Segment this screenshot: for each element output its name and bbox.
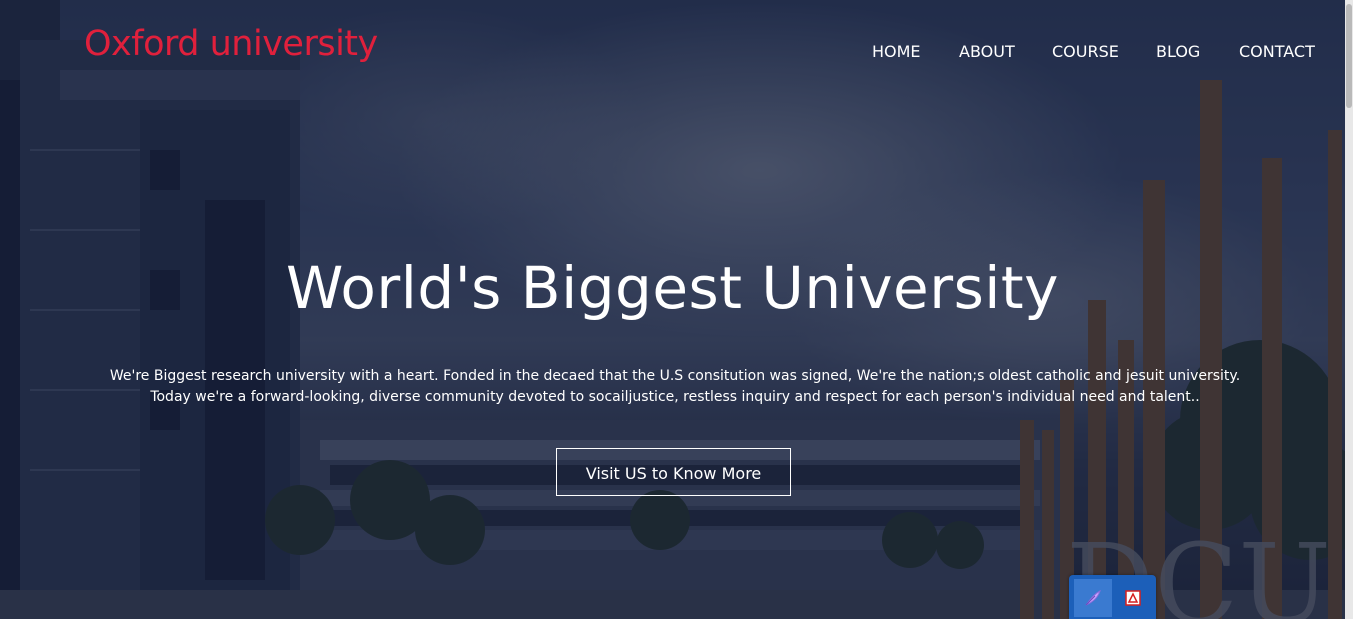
nav-home[interactable]: HOME <box>872 42 921 61</box>
pdf-icon[interactable] <box>1114 579 1152 617</box>
nav-course[interactable]: COURSE <box>1052 42 1119 61</box>
page-scrollbar[interactable] <box>1345 0 1353 619</box>
nav-blog[interactable]: BLOG <box>1156 42 1200 61</box>
scrollbar-thumb[interactable] <box>1346 4 1352 108</box>
floating-toolbar <box>1069 575 1156 619</box>
nav-contact[interactable]: CONTACT <box>1239 42 1315 61</box>
nav-about[interactable]: ABOUT <box>959 42 1015 61</box>
visit-us-button[interactable]: Visit US to Know More <box>556 448 791 496</box>
hero-headline: World's Biggest University <box>285 254 1059 322</box>
hero-description: We're Biggest research university with a… <box>109 368 1241 405</box>
feather-icon[interactable] <box>1074 579 1112 617</box>
main-nav: HOME ABOUT COURSE BLOG CONTACT <box>0 42 1345 64</box>
